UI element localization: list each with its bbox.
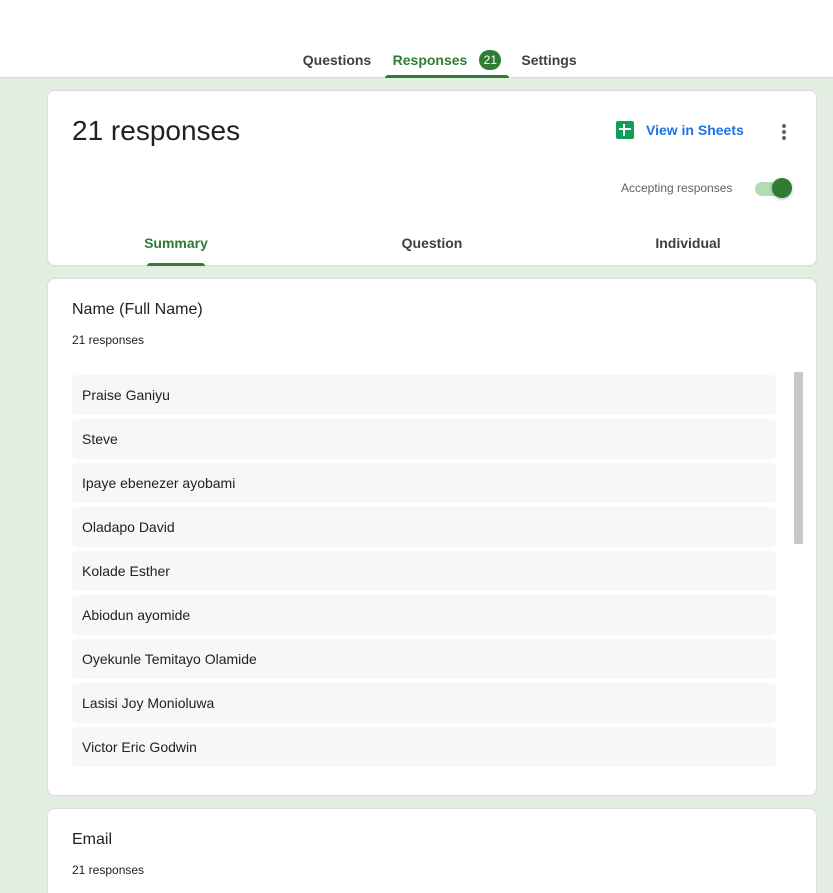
- accepting-responses-toggle[interactable]: [755, 177, 793, 199]
- tab-settings[interactable]: Settings: [515, 46, 583, 78]
- accepting-responses-label: Accepting responses: [621, 181, 733, 195]
- top-navigation-bar: Questions Responses 21 Settings: [0, 0, 833, 78]
- subtab-summary-label: Summary: [144, 235, 208, 251]
- more-options-button[interactable]: [774, 121, 794, 143]
- tab-questions[interactable]: Questions: [296, 46, 378, 78]
- list-item: Steve: [72, 419, 776, 459]
- toggle-knob: [772, 178, 792, 198]
- question-title: Name (Full Name): [72, 301, 203, 318]
- response-list: Praise Ganiyu Steve Ipaye ebenezer ayoba…: [72, 375, 776, 771]
- sheets-icon: [616, 121, 634, 139]
- tab-responses-label: Responses: [392, 52, 468, 68]
- subtab-summary[interactable]: Summary: [112, 225, 240, 266]
- list-item: Ipaye ebenezer ayobami: [72, 463, 776, 503]
- tab-settings-label: Settings: [521, 52, 577, 68]
- email-question-card: Email 21 responses: [47, 808, 817, 893]
- tab-responses[interactable]: Responses 21: [385, 46, 509, 78]
- subtab-individual[interactable]: Individual: [624, 225, 752, 266]
- list-item: Praise Ganiyu: [72, 375, 776, 415]
- responses-header-card: 21 responses View in Sheets Accepting re…: [47, 90, 817, 266]
- list-item: Oladapo David: [72, 507, 776, 547]
- list-item: Kolade Esther: [72, 551, 776, 591]
- subtab-individual-label: Individual: [655, 235, 721, 251]
- tab-questions-label: Questions: [302, 52, 372, 68]
- view-in-sheets-button[interactable]: View in Sheets: [616, 121, 744, 139]
- list-item: Lasisi Joy Monioluwa: [72, 683, 776, 723]
- list-item: Victor Eric Godwin: [72, 727, 776, 767]
- view-in-sheets-label: View in Sheets: [646, 122, 744, 138]
- response-list-scrollbar[interactable]: [794, 372, 803, 544]
- name-question-card: Name (Full Name) 21 responses Praise Gan…: [47, 278, 817, 796]
- list-item: Abiodun ayomide: [72, 595, 776, 635]
- subtab-question[interactable]: Question: [368, 225, 496, 266]
- list-item: Oyekunle Temitayo Olamide: [72, 639, 776, 679]
- active-subtab-indicator: [147, 263, 205, 266]
- question-title: Email: [72, 831, 113, 848]
- subtab-question-label: Question: [401, 235, 463, 251]
- question-response-count: 21 responses: [72, 333, 145, 347]
- question-response-count: 21 responses: [72, 863, 145, 877]
- more-vert-icon: [782, 124, 786, 128]
- active-tab-indicator: [385, 75, 509, 78]
- page-title: 21 responses: [72, 115, 241, 146]
- responses-count-badge: 21: [479, 50, 502, 70]
